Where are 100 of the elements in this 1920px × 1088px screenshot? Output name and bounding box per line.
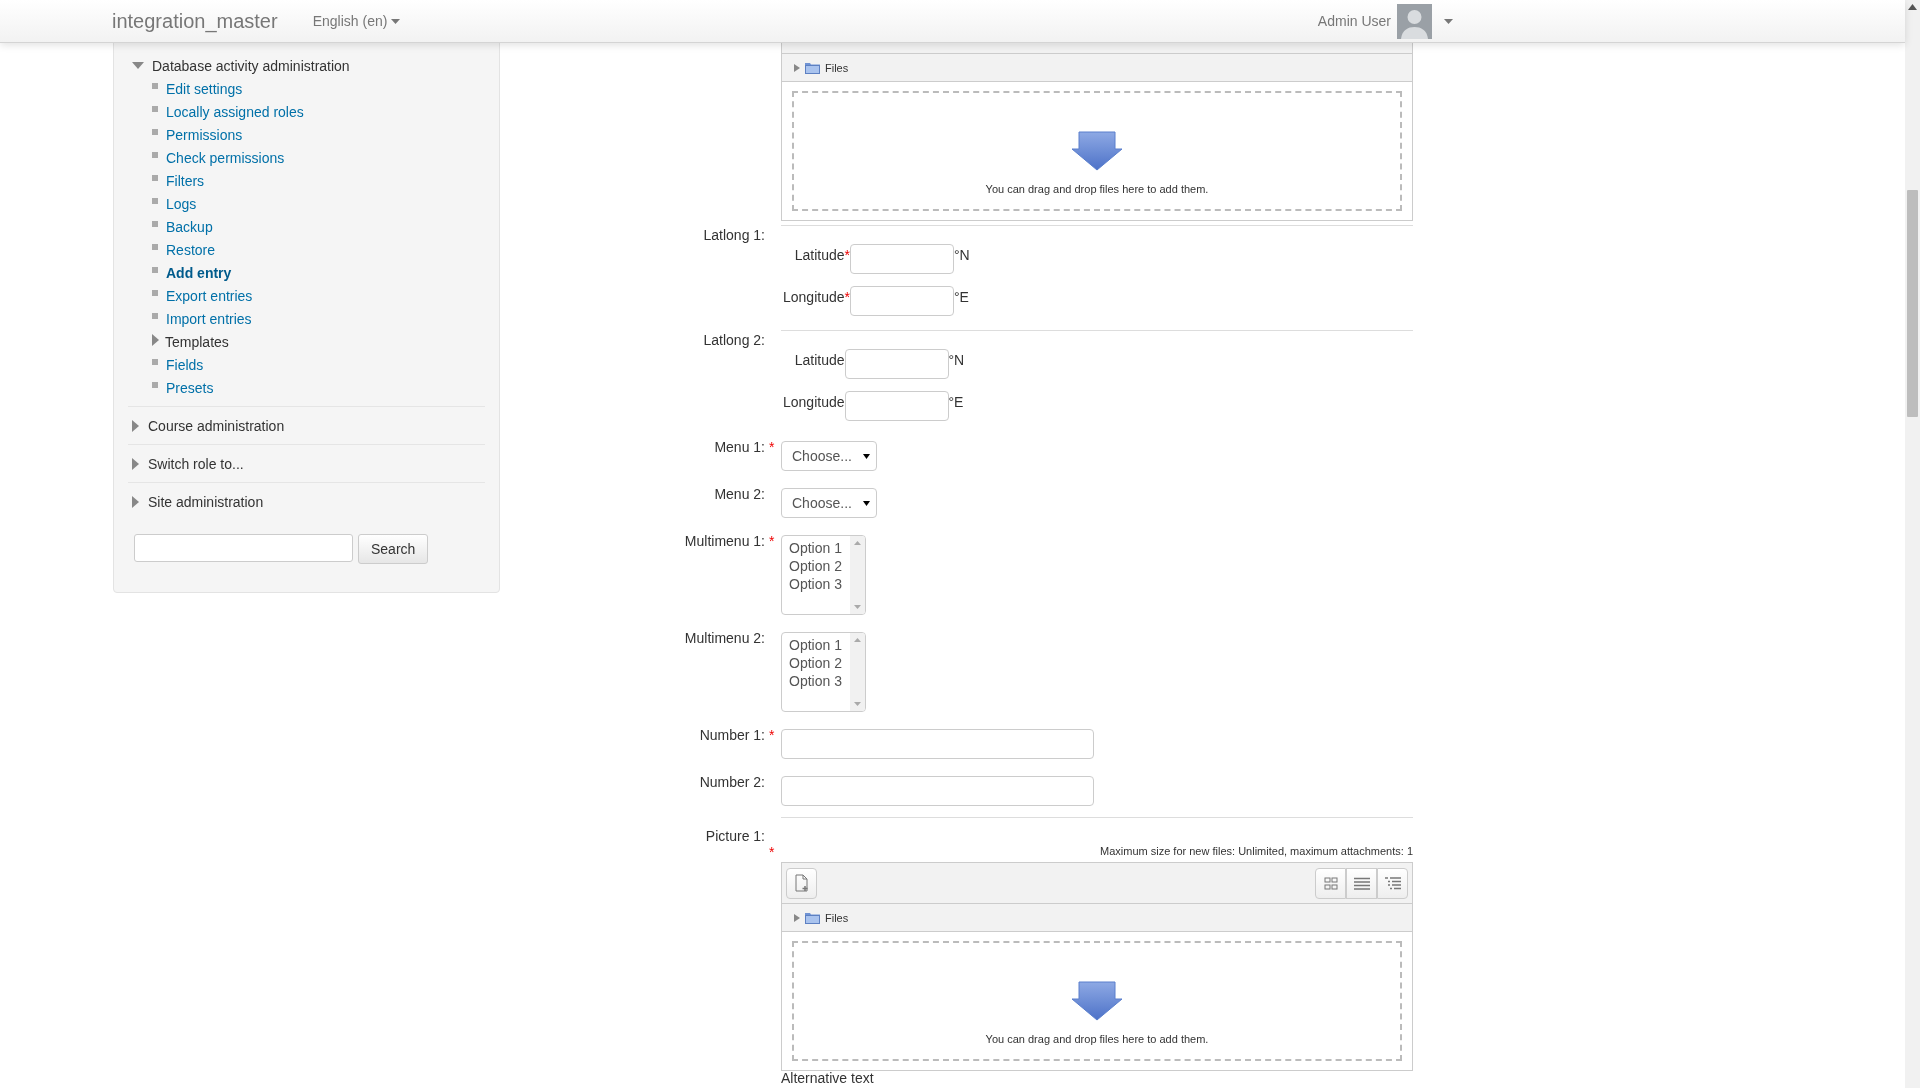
- bullet-icon: [152, 243, 158, 250]
- drop-hint: You can drag and drop files here to add them.: [985, 183, 1209, 195]
- upload-limits-text: Maximum size for new files: Unlimited, maximum attachments: 1: [1099, 845, 1413, 857]
- nav-link[interactable]: Restore: [166, 241, 216, 258]
- dropdown[interactable]: Choose...: [781, 441, 877, 471]
- list-scrollbar[interactable]: [850, 633, 865, 711]
- required-icon: *: [769, 727, 775, 743]
- drop-zone[interactable]: You can drag and drop files here to add them.: [792, 941, 1402, 1061]
- coordinate-label: Longitude: [783, 394, 845, 410]
- dropdown[interactable]: Choose...: [781, 488, 877, 518]
- grid-icon: [1323, 876, 1338, 890]
- down-arrow-icon: [1072, 981, 1122, 1021]
- bullet-icon: [152, 197, 158, 204]
- tree-list-icon: [1384, 876, 1401, 890]
- unit-label: °E: [953, 289, 970, 305]
- list-view-button[interactable]: [1346, 867, 1377, 899]
- nav-link[interactable]: Permissions: [166, 126, 243, 143]
- nav-link[interactable]: Presets: [166, 379, 214, 396]
- field-label: Multimenu 1:: [684, 533, 765, 549]
- nav-link[interactable]: Edit settings: [166, 80, 243, 97]
- field-label: Picture 1:: [705, 828, 765, 844]
- nav-link[interactable]: Export entries: [166, 287, 253, 304]
- list-option[interactable]: Option 1: [789, 539, 850, 557]
- section-header[interactable]: Course administration: [128, 414, 485, 437]
- field-label: Menu 1:: [714, 439, 765, 455]
- bullet-icon: [152, 82, 158, 89]
- number-input[interactable]: [781, 729, 1094, 759]
- number-input[interactable]: [781, 776, 1094, 806]
- folder-item[interactable]: Templates: [165, 333, 229, 350]
- coordinate-input[interactable]: [844, 349, 949, 379]
- tree-view-button[interactable]: [1377, 867, 1408, 899]
- section-header[interactable]: Switch role to...: [128, 452, 485, 475]
- list-option[interactable]: Option 3: [789, 672, 850, 690]
- required-icon: *: [769, 439, 775, 455]
- user-name[interactable]: Admin User: [1317, 13, 1391, 29]
- nav-link[interactable]: Fields: [166, 356, 204, 373]
- dropdown-caret-icon: [863, 453, 870, 459]
- list-option[interactable]: Option 2: [789, 654, 850, 672]
- scroll-up-icon[interactable]: [1908, 4, 1917, 10]
- nav-link[interactable]: Backup: [166, 218, 213, 235]
- scrollbar-thumb[interactable]: [1907, 190, 1918, 417]
- folder-name[interactable]: Files: [825, 911, 849, 924]
- site-name-link[interactable]: integration_master: [112, 9, 278, 33]
- add-file-icon: [793, 874, 810, 892]
- drop-zone[interactable]: You can drag and drop files here to add them.: [792, 91, 1402, 211]
- bullet-icon: [152, 312, 158, 319]
- coordinate-input[interactable]: [849, 244, 954, 274]
- section-header[interactable]: Site administration: [128, 490, 485, 513]
- field-label: Latlong 1:: [703, 227, 765, 243]
- multi-select-list[interactable]: Option 1 Option 2 Option 3: [781, 535, 866, 615]
- bullet-icon: [152, 151, 158, 158]
- required-icon: *: [769, 844, 775, 860]
- list-option[interactable]: Option 1: [789, 636, 850, 654]
- caret-icon[interactable]: [1444, 18, 1453, 24]
- folder-name[interactable]: Files: [825, 61, 849, 74]
- bullet-icon: [152, 289, 158, 296]
- multi-select-list[interactable]: Option 1 Option 2 Option 3: [781, 632, 866, 712]
- field-label: Latlong 2:: [703, 332, 765, 348]
- scroll-down-icon[interactable]: [854, 702, 861, 706]
- alternative-text-label: Alternative text: [781, 1071, 875, 1085]
- section-header[interactable]: Database activity administration: [128, 54, 485, 77]
- folder-icon: [805, 911, 820, 924]
- grid-view-button[interactable]: [1315, 867, 1346, 899]
- list-option[interactable]: Option 3: [789, 575, 850, 593]
- nav-link[interactable]: Filters: [166, 172, 205, 189]
- nav-link[interactable]: Check permissions: [166, 149, 285, 166]
- coordinate-label: Latitude: [793, 352, 845, 368]
- add-file-button[interactable]: [786, 867, 817, 899]
- collapsed-triangle-icon: [132, 457, 140, 470]
- collapsed-triangle-icon: [132, 419, 140, 432]
- field-label: Number 2:: [699, 774, 765, 790]
- search-field[interactable]: [134, 534, 353, 562]
- language-menu[interactable]: English (en): [312, 13, 401, 29]
- field-label: Number 1:: [699, 727, 765, 743]
- coordinate-input[interactable]: [849, 286, 954, 316]
- coordinate-input[interactable]: [844, 391, 949, 421]
- collapsed-triangle-icon: [132, 495, 140, 508]
- list-icon: [1353, 876, 1370, 890]
- list-option[interactable]: Option 2: [789, 557, 850, 575]
- bullet-icon: [152, 105, 158, 112]
- avatar-placeholder[interactable]: [1397, 3, 1432, 39]
- search-button[interactable]: Search: [358, 534, 429, 564]
- folder-icon: [805, 61, 820, 74]
- unit-label: °E: [948, 394, 965, 410]
- dropdown-caret-icon: [863, 500, 870, 506]
- list-scrollbar[interactable]: [850, 536, 865, 614]
- coordinate-label: Longitude*: [783, 289, 850, 305]
- bullet-icon: [152, 381, 158, 388]
- scroll-down-icon[interactable]: [854, 605, 861, 609]
- collapsed-triangle-icon: [152, 333, 160, 346]
- bullet-icon: [152, 220, 158, 227]
- coordinate-label: Latitude*: [793, 247, 850, 263]
- expand-triangle-icon[interactable]: [794, 913, 800, 922]
- page-scrollbar[interactable]: [1905, 0, 1920, 1088]
- field-label: Multimenu 2:: [684, 630, 765, 646]
- expand-triangle-icon[interactable]: [794, 63, 800, 72]
- nav-link[interactable]: Add entry: [166, 264, 232, 281]
- nav-link[interactable]: Logs: [166, 195, 197, 212]
- nav-link[interactable]: Locally assigned roles: [166, 103, 304, 120]
- nav-link[interactable]: Import entries: [166, 310, 252, 327]
